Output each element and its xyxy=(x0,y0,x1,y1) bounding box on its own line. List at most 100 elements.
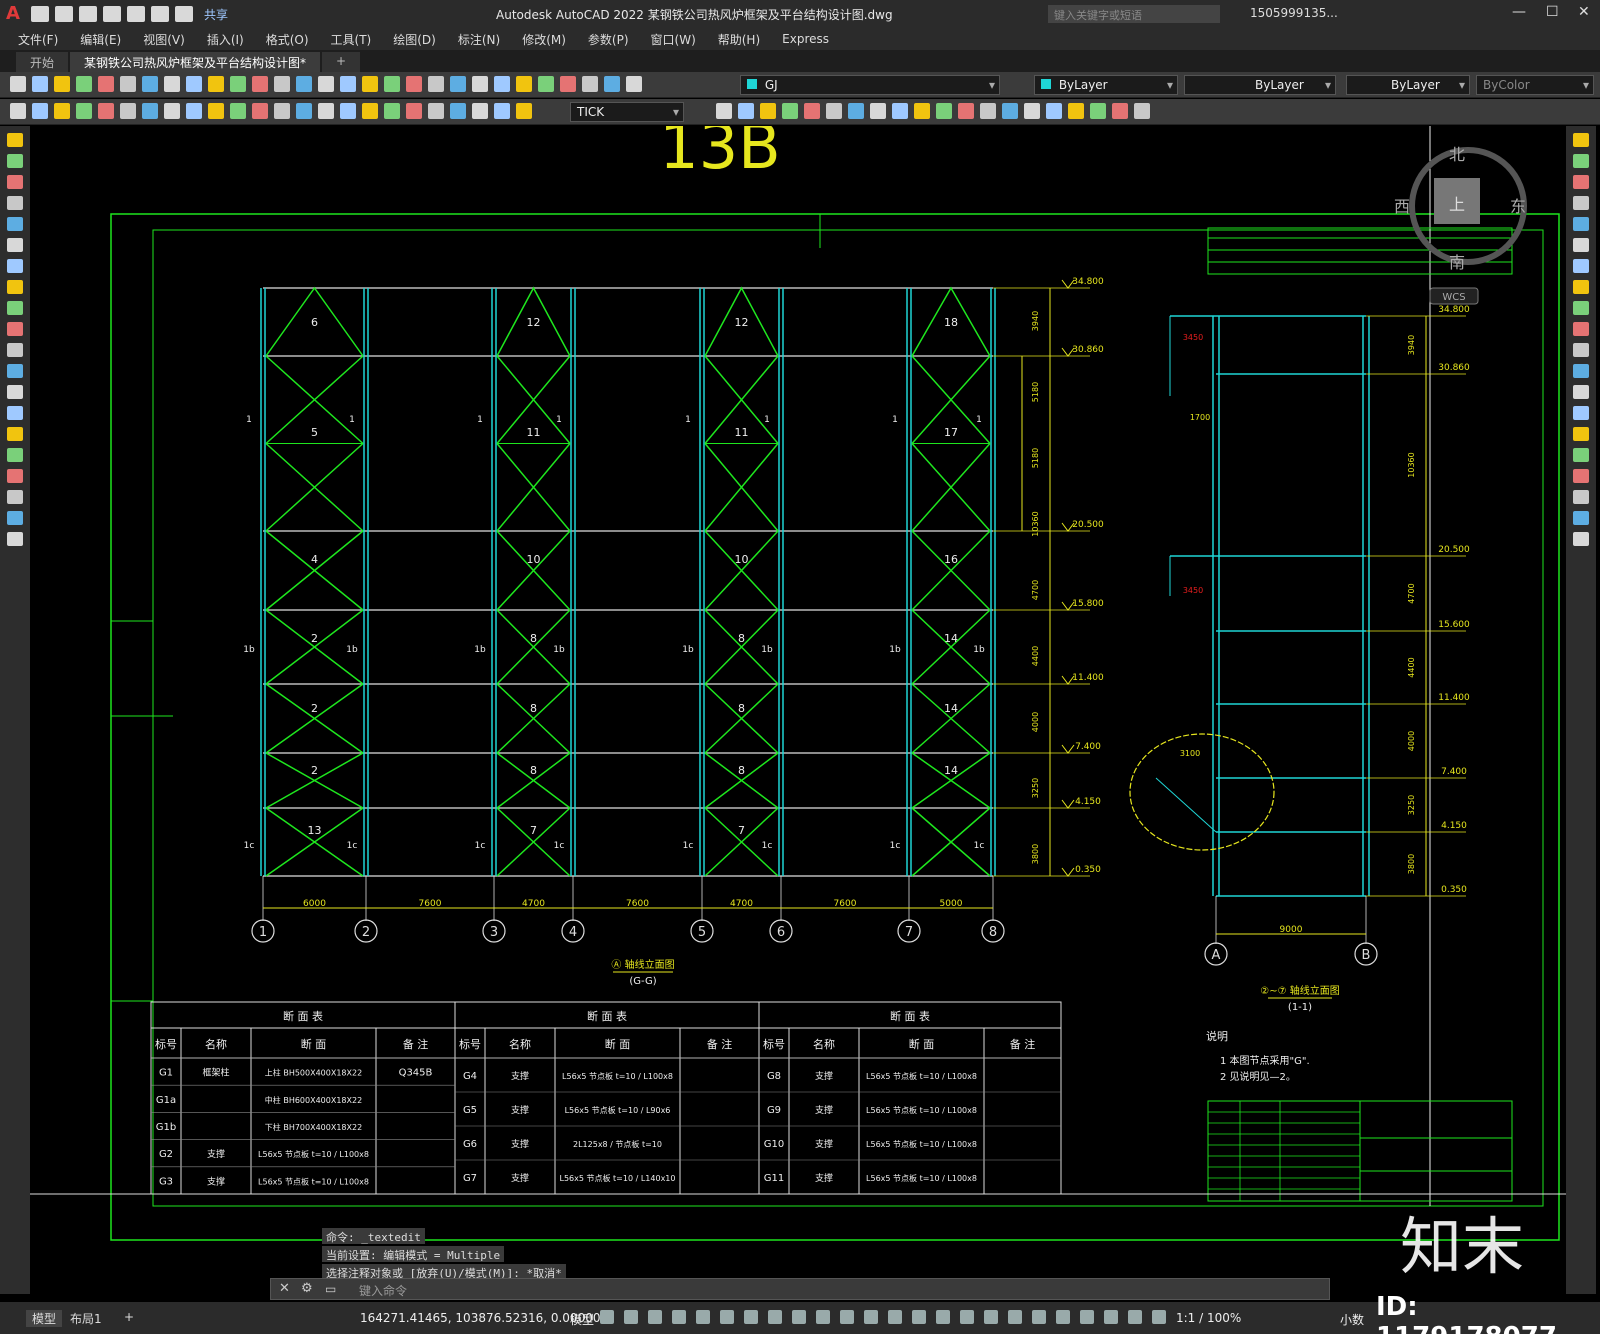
menu-insert[interactable]: 插入(I) xyxy=(207,31,244,48)
tool-icon[interactable] xyxy=(230,103,246,119)
status-toggle-icon[interactable] xyxy=(1080,1310,1094,1324)
tool-icon[interactable] xyxy=(1046,103,1062,119)
menu-file[interactable]: 文件(F) xyxy=(18,31,58,48)
undo-icon[interactable] xyxy=(151,6,169,22)
tool-icon[interactable] xyxy=(230,76,246,92)
status-toggle-icon[interactable] xyxy=(1128,1310,1142,1324)
tool-icon[interactable] xyxy=(1134,103,1150,119)
customize-icon[interactable]: ⚙ xyxy=(301,1281,313,1296)
tool-icon[interactable] xyxy=(516,76,532,92)
draw-tool-icon[interactable] xyxy=(7,469,23,483)
search-input[interactable]: 键入关键字或短语 xyxy=(1048,5,1220,23)
draw-tool-icon[interactable] xyxy=(1573,385,1589,399)
status-toggle-icon[interactable] xyxy=(744,1310,758,1324)
draw-tool-icon[interactable] xyxy=(7,511,23,525)
draw-tool-icon[interactable] xyxy=(1573,217,1589,231)
status-toggle-icon[interactable] xyxy=(936,1310,950,1324)
menu-dimension[interactable]: 标注(N) xyxy=(458,31,500,48)
status-toggle-icon[interactable] xyxy=(1056,1310,1070,1324)
menu-express[interactable]: Express xyxy=(782,32,829,46)
tool-icon[interactable] xyxy=(164,76,180,92)
menu-draw[interactable]: 绘图(D) xyxy=(393,31,436,48)
new-file-icon[interactable] xyxy=(31,6,49,22)
menu-parametric[interactable]: 参数(P) xyxy=(588,31,629,48)
viewcube-top[interactable]: 上 xyxy=(1449,195,1465,214)
open-file-icon[interactable] xyxy=(55,6,73,22)
tab-start[interactable]: 开始 xyxy=(16,52,69,72)
tool-icon[interactable] xyxy=(626,76,642,92)
tab-model[interactable]: 模型 xyxy=(26,1310,63,1327)
tool-icon[interactable] xyxy=(340,103,356,119)
tool-icon[interactable] xyxy=(318,103,334,119)
status-toggle-icon[interactable] xyxy=(648,1310,662,1324)
dimstyle-dropdown[interactable]: TICK ▾ xyxy=(570,102,684,122)
tool-icon[interactable] xyxy=(494,76,510,92)
tool-icon[interactable] xyxy=(142,103,158,119)
tool-icon[interactable] xyxy=(538,76,554,92)
units-display[interactable]: 小数 xyxy=(1340,1311,1364,1328)
tool-icon[interactable] xyxy=(428,76,444,92)
viewcube-west[interactable]: 西 xyxy=(1394,197,1410,216)
tool-icon[interactable] xyxy=(472,103,488,119)
tool-icon[interactable] xyxy=(560,76,576,92)
tab-drawing[interactable]: 某钢铁公司热风炉框架及平台结构设计图* xyxy=(70,52,321,72)
user-account[interactable]: 1505999135... xyxy=(1250,6,1338,20)
draw-tool-icon[interactable] xyxy=(1573,427,1589,441)
menu-modify[interactable]: 修改(M) xyxy=(522,31,566,48)
draw-tool-icon[interactable] xyxy=(7,532,23,546)
draw-tool-icon[interactable] xyxy=(7,196,23,210)
tool-icon[interactable] xyxy=(1112,103,1128,119)
menu-edit[interactable]: 编辑(E) xyxy=(80,31,121,48)
tool-icon[interactable] xyxy=(98,76,114,92)
tool-icon[interactable] xyxy=(208,103,224,119)
status-toggle-icon[interactable] xyxy=(840,1310,854,1324)
linetype-dropdown[interactable]: ByLayer ▾ xyxy=(1184,75,1336,95)
tool-icon[interactable] xyxy=(760,103,776,119)
status-toggle-icon[interactable] xyxy=(1104,1310,1118,1324)
tool-icon[interactable] xyxy=(450,76,466,92)
draw-tool-icon[interactable] xyxy=(7,301,23,315)
tool-icon[interactable] xyxy=(32,103,48,119)
color-dropdown[interactable]: ByLayer ▾ xyxy=(1034,75,1178,95)
viewcube-south[interactable]: 南 xyxy=(1449,253,1465,272)
tool-icon[interactable] xyxy=(120,103,136,119)
draw-tool-icon[interactable] xyxy=(7,343,23,357)
draw-tool-icon[interactable] xyxy=(7,385,23,399)
tool-icon[interactable] xyxy=(384,103,400,119)
draw-tool-icon[interactable] xyxy=(7,154,23,168)
tool-icon[interactable] xyxy=(252,76,268,92)
tool-icon[interactable] xyxy=(870,103,886,119)
status-toggle-icon[interactable] xyxy=(696,1310,710,1324)
tool-icon[interactable] xyxy=(1002,103,1018,119)
draw-tool-icon[interactable] xyxy=(1573,196,1589,210)
tab-layout1[interactable]: 布局1 xyxy=(70,1310,102,1327)
tool-icon[interactable] xyxy=(472,76,488,92)
tool-icon[interactable] xyxy=(406,76,422,92)
draw-tool-icon[interactable] xyxy=(1573,532,1589,546)
draw-tool-icon[interactable] xyxy=(7,406,23,420)
status-toggle-icon[interactable] xyxy=(984,1310,998,1324)
status-toggle-icon[interactable] xyxy=(1008,1310,1022,1324)
status-toggle-icon[interactable] xyxy=(624,1310,638,1324)
tool-icon[interactable] xyxy=(164,103,180,119)
status-toggle-icon[interactable] xyxy=(600,1310,614,1324)
drawing-canvas[interactable]: 13B 6 5 4 2 2 2 13 12 11 10 8 8 8 7 12 11 10 8 8 8 7 18 17 16 14… xyxy=(30,126,1566,1268)
tool-icon[interactable] xyxy=(296,76,312,92)
menu-help[interactable]: 帮助(H) xyxy=(718,31,760,48)
menu-window[interactable]: 窗口(W) xyxy=(651,31,696,48)
draw-tool-icon[interactable] xyxy=(1573,364,1589,378)
draw-tool-icon[interactable] xyxy=(1573,511,1589,525)
draw-tool-icon[interactable] xyxy=(1573,343,1589,357)
tool-icon[interactable] xyxy=(296,103,312,119)
tool-icon[interactable] xyxy=(782,103,798,119)
status-toggle-icon[interactable] xyxy=(864,1310,878,1324)
draw-tool-icon[interactable] xyxy=(1573,406,1589,420)
tool-icon[interactable] xyxy=(804,103,820,119)
status-toggle-icon[interactable] xyxy=(960,1310,974,1324)
status-toggle-icon[interactable] xyxy=(792,1310,806,1324)
tool-icon[interactable] xyxy=(32,76,48,92)
draw-tool-icon[interactable] xyxy=(1573,301,1589,315)
tool-icon[interactable] xyxy=(848,103,864,119)
draw-tool-icon[interactable] xyxy=(7,490,23,504)
status-toggle-icon[interactable] xyxy=(888,1310,902,1324)
